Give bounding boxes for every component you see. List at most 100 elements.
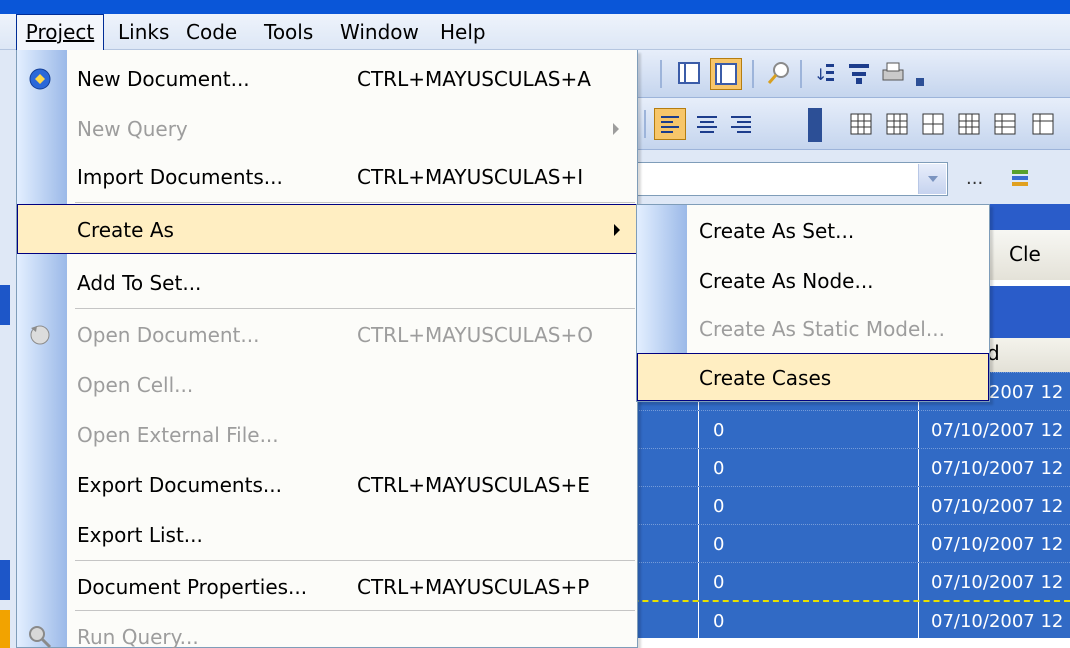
- create-as-submenu: Create As Set... Create As Node... Creat…: [636, 204, 990, 402]
- menu-separator: [75, 560, 635, 561]
- group-bar: [980, 286, 1070, 338]
- menu-item-export-documents[interactable]: Export Documents... CTRL+MAYUSCULAS+E: [17, 460, 637, 510]
- align-center-icon[interactable]: [694, 111, 720, 137]
- open-document-icon: [27, 322, 53, 348]
- chevron-down-icon[interactable]: [918, 164, 946, 194]
- menu-item-label: Create Cases: [699, 366, 832, 390]
- filter-icon[interactable]: [846, 60, 872, 86]
- panel-tab[interactable]: [0, 285, 10, 325]
- column-header-date[interactable]: d: [980, 338, 1070, 372]
- toolbar-overflow-icon[interactable]: [916, 78, 924, 86]
- menu-item-label: Create As Set...: [699, 219, 855, 243]
- svg-text:↓: ↓: [814, 65, 827, 84]
- date-cell: 07/10/2007 12: [918, 411, 1070, 449]
- menu-item-open-external-file[interactable]: Open External File...: [17, 410, 637, 460]
- menu-item-new-document[interactable]: New Document... CTRL+MAYUSCULAS+A: [17, 54, 637, 104]
- menu-tools[interactable]: Tools: [264, 14, 313, 50]
- menu-item-label: Open Document...: [77, 323, 260, 347]
- toolbar-separator: [800, 60, 802, 88]
- menu-item-shortcut: CTRL+MAYUSCULAS+E: [357, 473, 590, 497]
- date-cell: 07/10/2007 12: [918, 449, 1070, 487]
- menu-item-label: Document Properties...: [77, 575, 308, 599]
- date-cell: 07/10/2007 12: [918, 487, 1070, 525]
- column-header[interactable]: Cle: [980, 230, 1070, 280]
- title-bar: [0, 0, 1070, 14]
- menu-item-new-query[interactable]: New Query: [17, 104, 637, 154]
- align-right-icon[interactable]: [728, 111, 754, 137]
- grid-icon[interactable]: [1030, 111, 1056, 137]
- menu-item-label: Add To Set...: [77, 271, 202, 295]
- grid-icon[interactable]: [884, 111, 910, 137]
- submenu-arrow-icon: [614, 224, 620, 236]
- address-input[interactable]: [630, 162, 948, 196]
- menu-item-document-properties[interactable]: Document Properties... CTRL+MAYUSCULAS+P: [17, 562, 637, 612]
- menu-item-label: Open External File...: [77, 423, 279, 447]
- align-left-icon[interactable]: [654, 108, 686, 140]
- count-cell: 0: [698, 525, 918, 563]
- sort-icon[interactable]: ↓: [812, 60, 838, 86]
- grid-icon[interactable]: [848, 111, 874, 137]
- browse-button[interactable]: ...: [966, 168, 983, 189]
- grid-icon[interactable]: [956, 111, 982, 137]
- submenu-item-create-as-set[interactable]: Create As Set...: [637, 207, 989, 255]
- menu-separator: [75, 610, 635, 611]
- new-document-icon: [27, 66, 53, 92]
- menu-separator: [75, 202, 635, 203]
- panel-view-icon[interactable]: [676, 60, 702, 86]
- count-cell: 0: [698, 602, 918, 640]
- menu-item-open-cell[interactable]: Open Cell...: [17, 360, 637, 410]
- menu-code[interactable]: Code: [186, 14, 237, 50]
- menu-bar: Project Links Code Tools Window Help: [0, 14, 1070, 50]
- menu-item-label: Create As Node...: [699, 269, 874, 293]
- date-cell: 07/10/2007 12: [918, 563, 1070, 601]
- menu-item-label: Export Documents...: [77, 473, 282, 497]
- menu-help[interactable]: Help: [440, 14, 486, 50]
- submenu-item-create-as-node[interactable]: Create As Node...: [637, 257, 989, 305]
- grid-icon[interactable]: [992, 111, 1018, 137]
- toolbar-separator: [752, 60, 754, 88]
- menu-item-label: Create As: [77, 218, 174, 242]
- run-query-icon: [27, 624, 53, 648]
- menu-project[interactable]: Project: [16, 14, 104, 50]
- panel-tab[interactable]: [0, 560, 10, 600]
- menu-item-create-as[interactable]: Create As: [17, 204, 637, 254]
- menu-item-label: Open Cell...: [77, 373, 194, 397]
- menu-item-shortcut: CTRL+MAYUSCULAS+A: [357, 67, 591, 91]
- submenu-arrow-icon: [613, 123, 619, 135]
- project-menu: New Document... CTRL+MAYUSCULAS+A New Qu…: [16, 50, 638, 648]
- menu-item-shortcut: CTRL+MAYUSCULAS+O: [357, 323, 593, 347]
- menu-item-label: Import Documents...: [77, 165, 283, 189]
- menu-item-label: Create As Static Model...: [699, 317, 945, 341]
- toolbar-overflow-icon[interactable]: [808, 108, 822, 142]
- submenu-item-create-cases[interactable]: Create Cases: [637, 353, 989, 401]
- menu-window[interactable]: Window: [340, 14, 419, 50]
- count-cell: 0: [698, 487, 918, 525]
- find-icon[interactable]: [766, 60, 792, 86]
- count-cell: 0: [698, 411, 918, 449]
- count-cell: 0: [698, 563, 918, 601]
- menu-item-export-list[interactable]: Export List...: [17, 510, 637, 560]
- menu-item-label: New Document...: [77, 67, 250, 91]
- menu-separator: [75, 308, 635, 309]
- toolbar-separator: [660, 60, 662, 88]
- menu-item-open-document[interactable]: Open Document... CTRL+MAYUSCULAS+O: [17, 310, 637, 360]
- date-cell: 07/10/2007 12: [918, 525, 1070, 563]
- print-icon[interactable]: [880, 60, 906, 86]
- panel-tab[interactable]: [0, 610, 10, 648]
- menu-item-label: Export List...: [77, 523, 203, 547]
- menu-item-shortcut: CTRL+MAYUSCULAS+P: [357, 575, 590, 599]
- menu-item-shortcut: CTRL+MAYUSCULAS+I: [357, 165, 584, 189]
- menu-item-label: New Query: [77, 117, 188, 141]
- pencil-icon[interactable]: [1008, 164, 1032, 188]
- menu-item-run-query[interactable]: Run Query...: [17, 612, 637, 648]
- menu-links[interactable]: Links: [118, 14, 169, 50]
- menu-item-import-documents[interactable]: Import Documents... CTRL+MAYUSCULAS+I: [17, 152, 637, 202]
- grid-icon[interactable]: [920, 111, 946, 137]
- menu-item-label: Run Query...: [77, 625, 199, 648]
- date-cell: 07/10/2007 12: [918, 602, 1070, 640]
- toolbar-separator: [644, 110, 646, 138]
- submenu-item-create-as-static-model[interactable]: Create As Static Model...: [637, 305, 989, 353]
- menu-item-add-to-set[interactable]: Add To Set...: [17, 258, 637, 308]
- form-view-icon[interactable]: [710, 58, 742, 90]
- count-cell: 0: [698, 449, 918, 487]
